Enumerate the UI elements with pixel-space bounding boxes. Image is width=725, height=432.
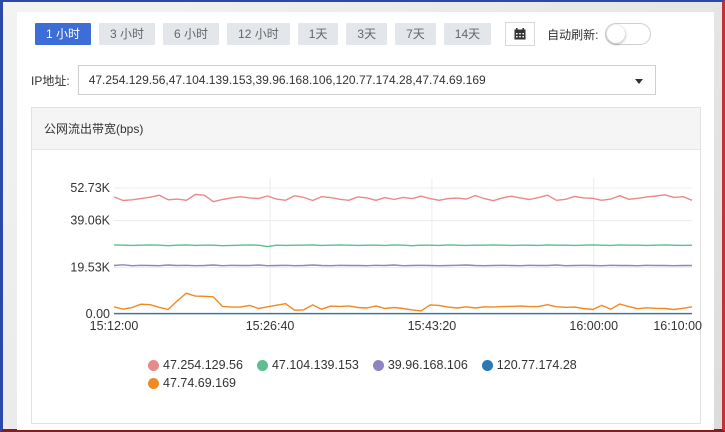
- x-tick-label: 15:26:40: [246, 319, 295, 333]
- legend-item[interactable]: 47.74.69.169: [148, 374, 236, 392]
- y-tick-label: 19.53K: [70, 260, 110, 274]
- ip-select[interactable]: 47.254.129.56,47.104.139.153,39.96.168.1…: [77, 65, 656, 95]
- x-tick-label: 16:00:00: [569, 319, 618, 333]
- series-line: [113, 264, 692, 267]
- time-range-button[interactable]: 3 小时: [99, 23, 156, 45]
- legend-swatch: [148, 359, 159, 371]
- legend-swatch: [481, 359, 493, 371]
- legend-swatch: [148, 377, 159, 389]
- legend-label: 120.77.174.28: [496, 358, 577, 372]
- x-tick-label: 15:43:20: [408, 319, 457, 333]
- window-frame: 1 小时 3 小时 6 小时 12 小时 1天 3天 7天 14天 自动刷新: IP地址:: [0, 0, 725, 432]
- x-tick-label: 15:12:00: [90, 319, 139, 333]
- legend-item[interactable]: 39.96.168.106: [372, 356, 468, 374]
- legend-label: 39.96.168.106: [387, 358, 468, 372]
- ip-filter-label: IP地址:: [31, 73, 70, 88]
- calendar-icon: [514, 28, 526, 40]
- auto-refresh-toggle[interactable]: [604, 23, 651, 45]
- legend-label: 47.254.129.56: [163, 358, 243, 372]
- bandwidth-chart-card: 公网流出带宽(bps) 0.00 19.53K 39.06K 52.73K 15:12:…: [31, 107, 702, 424]
- time-range-button[interactable]: 6 小时: [163, 23, 220, 45]
- time-range-group: 1 小时 3 小时 6 小时 12 小时 1天 3天 7天 14天: [35, 23, 499, 45]
- toggle-knob: [606, 25, 625, 43]
- time-range-button[interactable]: 3天: [346, 23, 388, 45]
- legend-item[interactable]: 47.254.129.56: [148, 356, 243, 374]
- time-range-button[interactable]: 12 小时: [227, 23, 290, 45]
- time-range-button[interactable]: 14天: [443, 23, 492, 45]
- legend-item[interactable]: 47.104.139.153: [256, 356, 359, 374]
- series-line: [113, 292, 693, 312]
- monitor-panel: 1 小时 3 小时 6 小时 12 小时 1天 3天 7天 14天 自动刷新: IP地址:: [17, 12, 714, 430]
- caret-down-icon: [634, 79, 643, 84]
- legend-item[interactable]: 120.77.174.28: [481, 356, 577, 374]
- series-line: [113, 244, 693, 248]
- x-tick-label: 16:10:00: [653, 319, 702, 333]
- series-line: [113, 193, 693, 203]
- time-range-button[interactable]: 7天: [395, 23, 436, 45]
- auto-refresh-label: 自动刷新:: [547, 27, 599, 42]
- y-tick-label: 52.73K: [70, 181, 110, 195]
- y-tick-label: 39.06K: [70, 214, 110, 228]
- chart-legend: 47.254.129.56 47.104.139.153 39.96.168.106…: [148, 356, 668, 392]
- legend-swatch: [256, 359, 268, 371]
- legend-label: 47.104.139.153: [271, 358, 359, 372]
- legend-swatch: [372, 359, 384, 371]
- ip-filter-row: IP地址: 47.254.129.56,47.104.139.153,39.96…: [31, 65, 656, 95]
- legend-label: 47.74.69.169: [163, 376, 236, 390]
- ip-select-value: 47.254.129.56,47.104.139.153,39.96.168.1…: [88, 73, 486, 87]
- time-range-toolbar: 1 小时 3 小时 6 小时 12 小时 1天 3天 7天 14天 自动刷新:: [35, 22, 651, 46]
- time-range-button[interactable]: 1天: [297, 23, 339, 45]
- calendar-button[interactable]: [505, 22, 536, 46]
- time-range-button[interactable]: 1 小时: [35, 23, 92, 45]
